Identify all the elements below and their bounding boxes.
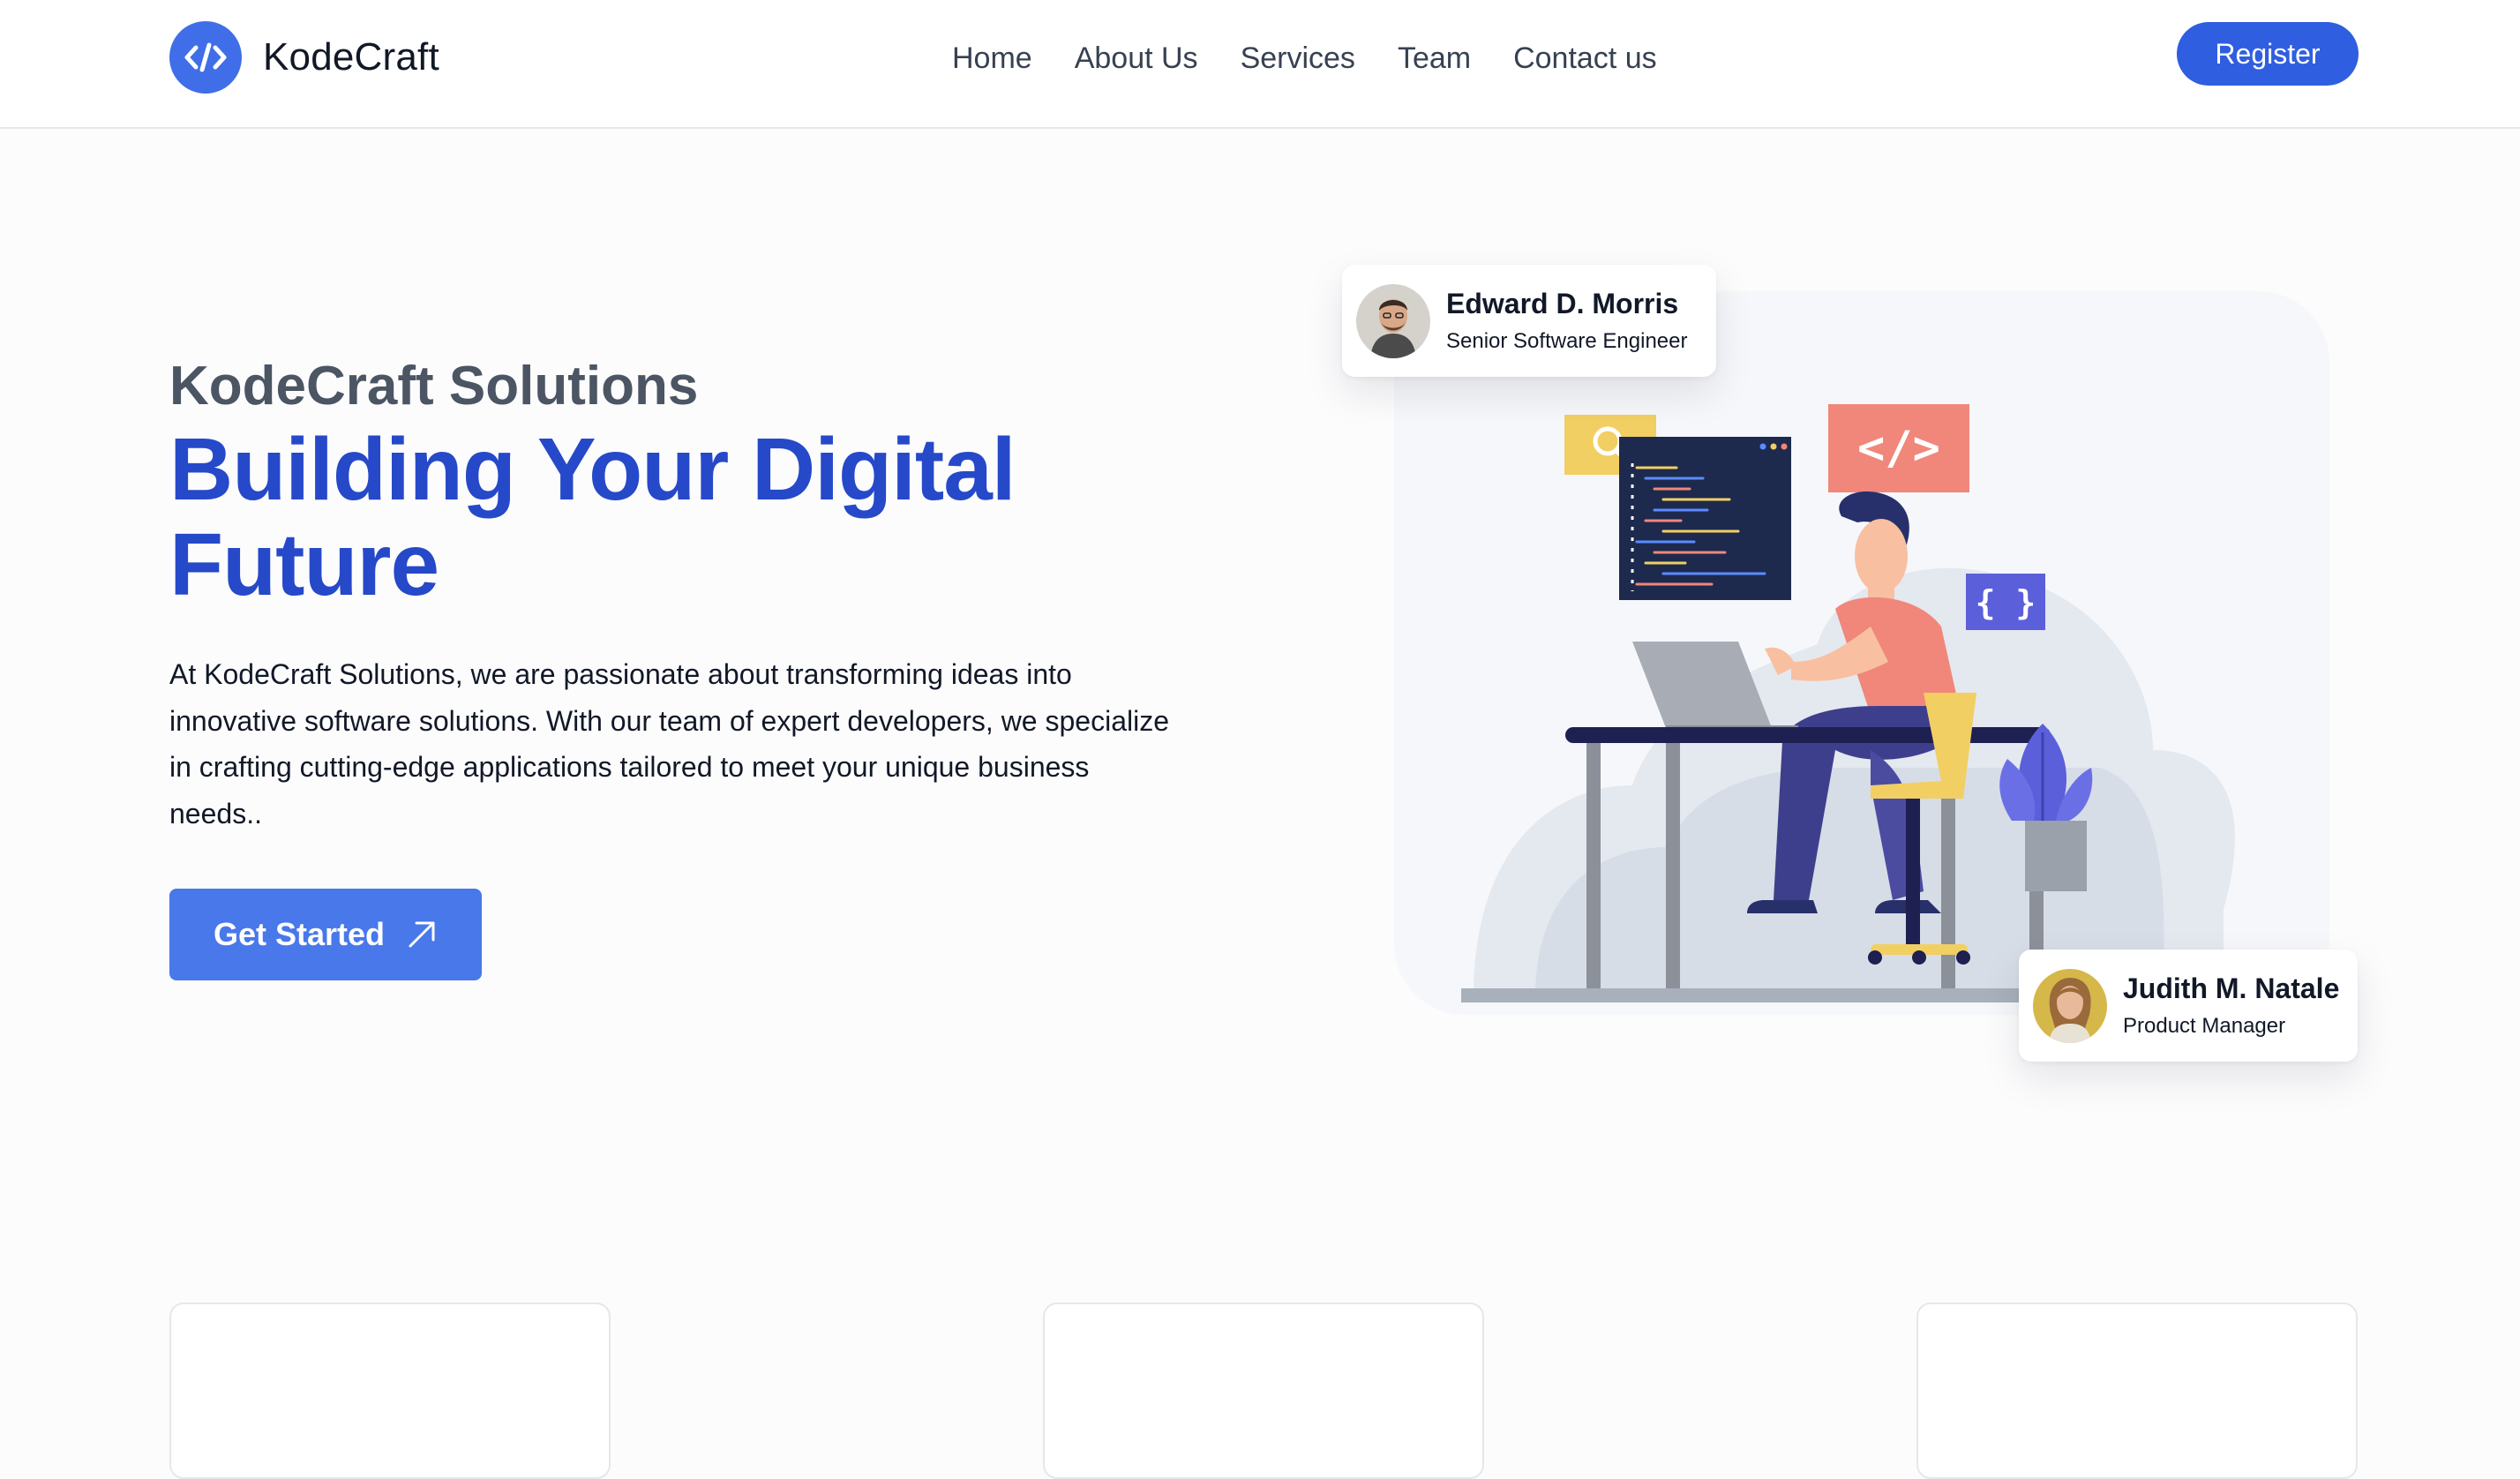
profile-name: Judith M. Natale [2123,972,2340,1004]
get-started-button[interactable]: Get Started [169,889,482,980]
feature-card-1 [169,1303,611,1479]
register-button[interactable]: Register [2177,22,2359,86]
profile-card-judith: Judith M. Natale Product Manager [2019,950,2358,1062]
hero-title: Building Your Digital Future [169,422,1140,612]
feature-card-2 [1043,1303,1484,1479]
navbar: KodeCraft Home About Us Services Team Co… [0,0,2520,129]
nav-home[interactable]: Home [952,41,1032,76]
desk [1565,727,2051,743]
avatar-edward [1356,283,1430,358]
profile-name: Edward D. Morris [1446,288,1679,319]
hero-eyebrow: KodeCraft Solutions [169,356,699,417]
code-tag-symbol: </> [1857,422,1940,475]
nav-contact-us[interactable]: Contact us [1513,41,1657,76]
code-window [1619,437,1791,600]
developer-illustration: </> { } [1376,291,2347,1050]
profile-card-edward: Edward D. Morris Senior Software Enginee… [1342,265,1716,377]
nav-about-us[interactable]: About Us [1075,41,1198,76]
profile-role: Senior Software Engineer [1446,329,1688,353]
arrow-up-right-icon [409,921,435,948]
nav-team[interactable]: Team [1398,41,1471,76]
curly-braces-symbol: { } [1976,583,2036,622]
brand-name: KodeCraft [263,35,439,79]
code-icon [169,21,242,94]
profile-role: Product Manager [2123,1014,2286,1038]
main-nav: Home About Us Services Team Contact us [952,35,1657,81]
feature-card-3 [1916,1303,2358,1479]
avatar-judith [2033,968,2107,1043]
hero-title-line1: Building Your Digital [169,420,1016,519]
get-started-label: Get Started [213,916,386,952]
nav-services[interactable]: Services [1241,41,1355,76]
hero-title-line2: Future [169,515,439,614]
brand[interactable]: KodeCraft [169,21,439,94]
floor [1461,988,2079,1002]
hero-description: At KodeCraft Solutions, we are passionat… [169,658,1169,830]
